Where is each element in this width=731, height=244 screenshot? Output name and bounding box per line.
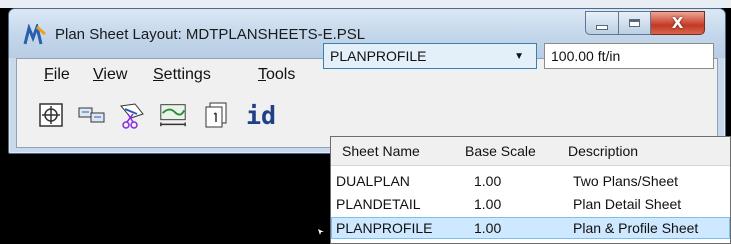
sheet-number-button[interactable] (201, 101, 231, 129)
base-scale: 1.00 (474, 220, 502, 236)
scale-value: 100.00 ft/in (551, 48, 621, 64)
description: Plan & Profile Sheet (573, 220, 699, 236)
column-header-sheet-name[interactable]: Sheet Name (342, 143, 420, 159)
sheet-name: PLANDETAIL (336, 196, 421, 212)
sheet-name: PLANPROFILE (336, 220, 433, 236)
toolbar: id (17, 92, 717, 142)
id-button[interactable]: id (241, 100, 281, 130)
sheet-type-list: Sheet Name Base Scale Description DUALPL… (330, 136, 731, 244)
base-scale: 1.00 (474, 196, 502, 212)
sheet-pair-icon (78, 107, 105, 123)
close-button[interactable]: X (651, 11, 705, 35)
id-icon: id (245, 100, 277, 130)
profile-sheet-button[interactable] (158, 101, 188, 129)
scale-field[interactable]: 100.00 ft/in (544, 43, 714, 69)
menu-file[interactable]: File (44, 66, 70, 84)
description: Plan Detail Sheet (573, 196, 682, 212)
background-strip (0, 0, 731, 8)
list-header: Sheet Name Base Scale Description (331, 137, 730, 166)
sheet-name: DUALPLAN (336, 173, 410, 189)
sheet-number-icon (205, 102, 227, 128)
sheet-pair-button[interactable] (77, 101, 107, 129)
list-item-selected[interactable]: PLANPROFILE 1.00 Plan & Profile Sheet (331, 217, 730, 239)
mouse-pointer-icon (318, 229, 324, 235)
dropdown-arrow-icon: ▼ (514, 51, 524, 62)
clip-cut-button[interactable] (117, 101, 147, 129)
sheet-type-value: PLANPROFILE (330, 48, 427, 64)
window-title: Plan Sheet Layout: MDTPLANSHEETS-E.PSL (55, 26, 366, 43)
base-scale: 1.00 (474, 173, 502, 189)
column-header-base-scale[interactable]: Base Scale (465, 143, 536, 159)
maximize-icon (629, 19, 640, 27)
place-sheet-icon (39, 103, 63, 127)
list-item[interactable]: DUALPLAN 1.00 Two Plans/Sheet (331, 170, 730, 192)
maximize-button[interactable] (619, 11, 651, 35)
description: Two Plans/Sheet (573, 173, 679, 189)
close-icon: X (671, 14, 684, 32)
column-header-description[interactable]: Description (568, 143, 638, 159)
profile-sheet-icon (160, 104, 186, 127)
list-item[interactable]: PLANDETAIL 1.00 Plan Detail Sheet (331, 193, 730, 215)
place-sheet-button[interactable] (36, 101, 66, 129)
minimize-icon (596, 24, 608, 30)
menu-settings[interactable]: Settings (153, 66, 211, 84)
minimize-button[interactable] (585, 11, 619, 35)
client-area: File View Settings Tools id (16, 58, 718, 148)
menu-view[interactable]: View (93, 66, 127, 84)
menu-tools[interactable]: Tools (258, 66, 295, 84)
app-logo-icon (23, 24, 46, 45)
clip-cut-icon (120, 103, 144, 129)
sheet-type-dropdown[interactable]: PLANPROFILE ▼ (323, 43, 537, 69)
plan-sheet-layout-window: Plan Sheet Layout: MDTPLANSHEETS-E.PSL X… (8, 8, 726, 154)
caption-buttons: X (585, 11, 705, 35)
